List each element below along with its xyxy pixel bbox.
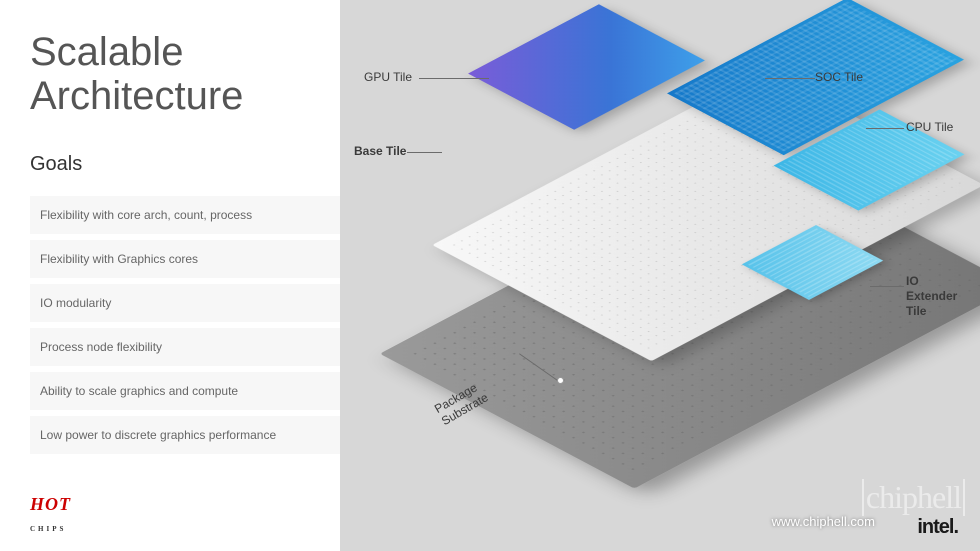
chiphell-url: www.chiphell.com [772, 514, 875, 529]
label-io-extender-tile: IO Extender Tile [906, 274, 957, 319]
hot-sub: CHIPS [30, 525, 66, 533]
chiphell-watermark: chiphell [862, 479, 965, 516]
diagram-panel: GPU Tile SOC Tile CPU Tile Base Tile IO … [340, 0, 980, 551]
title-line1: Scalable [30, 30, 183, 74]
leader-line [419, 78, 489, 79]
leader-line [765, 78, 815, 79]
goals-list: Flexibility with core arch, count, proce… [30, 196, 340, 460]
goal-item: IO modularity [30, 284, 340, 328]
goal-item: Ability to scale graphics and compute [30, 372, 340, 416]
leader-line [866, 128, 904, 129]
left-panel: Scalable Architecture Goals Flexibility … [0, 0, 340, 551]
hot-text: HOT [30, 494, 71, 514]
goal-item: Process node flexibility [30, 328, 340, 372]
leader-dot [557, 377, 564, 384]
intel-logo: intel. [917, 516, 958, 539]
gpu-tile-layer [468, 4, 705, 130]
title-line2: Architecture [30, 74, 243, 118]
label-io-l3: Tile [906, 304, 926, 318]
slide: Scalable Architecture Goals Flexibility … [0, 0, 980, 551]
chiphell-text: chiphell [866, 479, 961, 516]
label-cpu-tile: CPU Tile [906, 120, 953, 134]
goals-heading: Goals [30, 153, 340, 176]
label-gpu-tile: GPU Tile [364, 70, 412, 84]
leader-line [870, 286, 904, 287]
label-soc-tile: SOC Tile [815, 70, 863, 84]
leader-line [407, 152, 442, 153]
label-base-tile: Base Tile [354, 144, 406, 158]
goal-item: Flexibility with Graphics cores [30, 240, 340, 284]
label-io-l2: Extender [906, 289, 957, 303]
hot-chips-logo: HOT CHIPS [30, 494, 71, 536]
exploded-diagram: GPU Tile SOC Tile CPU Tile Base Tile IO … [340, 0, 980, 551]
goal-item: Low power to discrete graphics performan… [30, 416, 340, 460]
goal-item: Flexibility with core arch, count, proce… [30, 196, 340, 240]
slide-title: Scalable Architecture [30, 30, 340, 118]
label-io-l1: IO [906, 274, 919, 288]
